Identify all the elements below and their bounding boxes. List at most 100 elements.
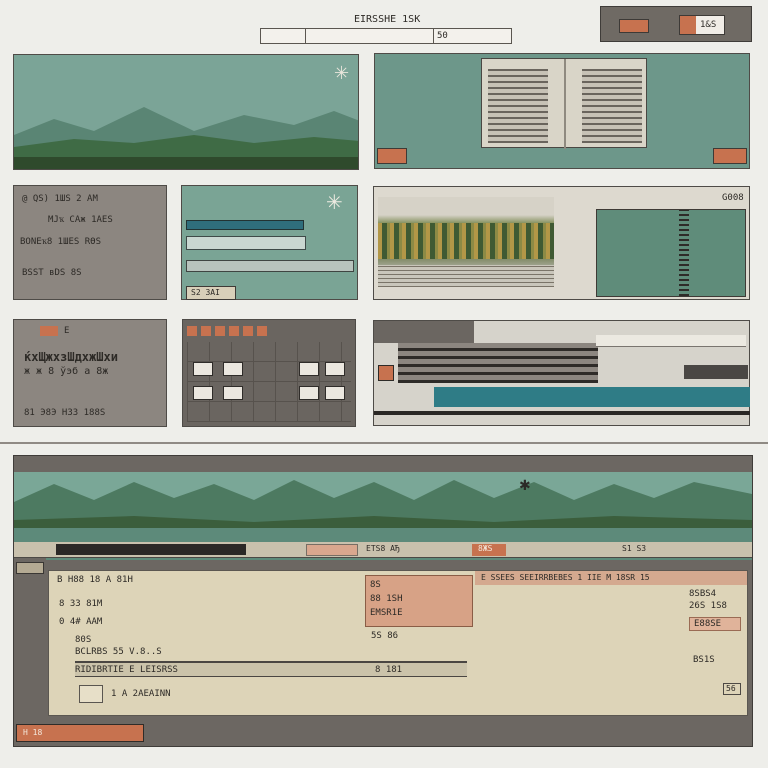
section-divider	[0, 442, 768, 444]
form-field-label: 5S 86	[371, 631, 399, 641]
timeline-base	[374, 411, 750, 415]
page-title: EIRSSHE 1SK	[354, 14, 421, 25]
forest-lines	[378, 265, 554, 287]
timeline-header	[374, 321, 474, 343]
file-icon-8[interactable]	[325, 386, 345, 400]
preview-right-button[interactable]	[713, 148, 747, 164]
file-icon-2[interactable]	[223, 362, 243, 376]
dialog-button[interactable]: S2 3AI	[186, 286, 236, 300]
toolbar-label-2: 8ЖS	[478, 544, 493, 553]
page-box-value: 56	[726, 684, 736, 693]
bottom-action-button[interactable]: H 18	[16, 724, 144, 742]
water-image-divider	[679, 210, 689, 296]
document-thumb-left	[488, 69, 548, 143]
timeline-panel	[373, 320, 750, 426]
file-icon-1[interactable]	[193, 362, 213, 376]
right-header-text: E SSEES SEEIRRBEBES 1 IIE M 18SR 15	[481, 573, 650, 582]
bottom-action-button-label: H 18	[23, 728, 43, 737]
page-box[interactable]: 56	[723, 683, 741, 695]
search-field[interactable]: 50	[260, 28, 512, 44]
file-icon-5[interactable]	[193, 386, 213, 400]
toolbar-badge[interactable]: 1&S	[679, 15, 725, 35]
right-item-1: 8SBS4	[689, 589, 717, 599]
right-bottom-label: BS1S	[693, 655, 715, 665]
main-address-bar[interactable]	[56, 544, 246, 555]
media-editor-panel: G008	[373, 186, 750, 300]
text-panel-1: @ QS) 1ШS 2 AM MJҡ CAж 1AES BONEҡ8 1ШES …	[13, 185, 167, 300]
main-window: ✱ EТS8 AЂ 8ЖS S1 S3 B H88 18 A 81H 8 33 …	[13, 455, 753, 747]
forest-image	[378, 197, 554, 287]
form-row-1: 8 33 81M	[59, 599, 103, 609]
form-row-4: BCLRBS 55 V.8..S	[75, 647, 162, 657]
form-area: B H88 18 A 81H 8 33 81M 0 4# AAM 80S BCL…	[48, 570, 748, 716]
file-icon-3[interactable]	[299, 362, 319, 376]
top-right-toolbar: 1&S	[600, 6, 752, 42]
dialog-titlebar	[186, 220, 304, 230]
svg-text:✳: ✳	[334, 63, 349, 84]
main-toolbar: EТS8 AЂ 8ЖS S1 S3	[14, 542, 752, 558]
timeline-right-bar[interactable]	[684, 365, 748, 379]
grid-toolbar	[187, 326, 267, 336]
orange-card-line-3: EMSR1E	[370, 608, 403, 618]
toolbar-label-1: EТS8 AЂ	[366, 544, 400, 553]
timeline-right-toolbar	[596, 335, 746, 347]
text-panel-1-row-1: @ QS) 1ШS 2 AM	[22, 194, 98, 204]
text-panel-2-row-1: ќхЩжхзШдхжШхи	[24, 350, 118, 364]
toolbar-badge-swatch	[680, 16, 696, 34]
file-icon-4[interactable]	[325, 362, 345, 376]
right-header-bar: E SSEES SEEIRRBEBES 1 IIE M 18SR 15	[475, 571, 747, 585]
form-row-6: 1 A 2AEAINN	[111, 689, 171, 699]
landscape-panel-1: ✳	[13, 54, 359, 170]
text-panel-1-row-3: BONEҡ8 1ШES RӨS	[20, 237, 102, 247]
main-toolbar-tab[interactable]	[306, 544, 358, 556]
right-item-3: E88SE	[694, 619, 722, 629]
form-row-2: 0 4# AAM	[59, 617, 103, 627]
search-field-divider	[305, 29, 306, 43]
orange-card[interactable]: 8S 88 1SH EMSR1E	[365, 575, 473, 627]
teal-dialog-panel: ✳ S2 3AI	[181, 185, 358, 300]
orange-card-line-1: 8S	[370, 580, 381, 590]
icon-grid-panel	[182, 319, 356, 427]
document-preview-panel	[374, 53, 750, 169]
form-input-label: RIDIBRTIE E LEISRSS	[75, 665, 178, 675]
dialog-input[interactable]	[186, 236, 306, 250]
right-item-3-chip[interactable]: E88SE	[689, 617, 741, 631]
file-icon-7[interactable]	[299, 386, 319, 400]
checkbox-icon[interactable]	[79, 685, 103, 703]
text-panel-1-row-2: MJҡ CAж 1AES	[48, 215, 113, 225]
text-panel-2-tag: E	[64, 326, 70, 336]
text-panel-2: E ќхЩжхзШдхжШхи ж ж 8 ўэб а 8ж 81 Э8Э H3…	[13, 319, 167, 427]
forest-strip	[378, 223, 554, 259]
preview-left-button[interactable]	[377, 148, 407, 164]
timeline-teal-bar[interactable]	[434, 387, 750, 407]
form-input-field-value: 8 181	[375, 665, 403, 675]
form-row-3: 80S	[75, 635, 92, 645]
form-title: B H88 18 A 81H	[57, 575, 133, 585]
sparkle-icon: ✳	[326, 190, 343, 214]
mountain-landscape-icon: ✳	[14, 55, 358, 169]
text-panel-1-row-4: BSSТ вDS 8S	[22, 268, 82, 278]
dialog-slider[interactable]	[186, 260, 354, 272]
water-image	[596, 209, 746, 297]
text-panel-2-row-2: ж ж 8 ўэб а 8ж	[24, 366, 109, 377]
search-field-divider-2	[433, 29, 434, 43]
file-icon-6[interactable]	[223, 386, 243, 400]
media-editor-label: G008	[722, 193, 744, 203]
document-thumb-right	[582, 69, 642, 143]
toolbar-label-3: S1 S3	[622, 544, 647, 553]
grid-frame	[187, 342, 351, 422]
document-fold	[564, 59, 566, 149]
text-panel-2-tag-icon	[40, 326, 58, 336]
orange-card-line-2: 88 1SH	[370, 594, 403, 604]
toolbar-chip-icon[interactable]	[619, 19, 649, 33]
timeline-thumb-icon[interactable]	[378, 365, 394, 381]
document-preview-sheet	[481, 58, 647, 149]
left-rail-chip[interactable]	[16, 562, 44, 574]
form-input-field[interactable]: RIDIBRTIE E LEISRSS 8 181	[75, 661, 467, 677]
search-value: 50	[437, 31, 448, 41]
text-panel-2-row-3: 81 Э8Э H33 188S	[24, 408, 106, 418]
toolbar-badge-label: 1&S	[700, 20, 717, 30]
left-rail	[14, 558, 46, 744]
timeline-track[interactable]	[398, 343, 598, 383]
dialog-button-label: S2 3AI	[191, 288, 220, 297]
